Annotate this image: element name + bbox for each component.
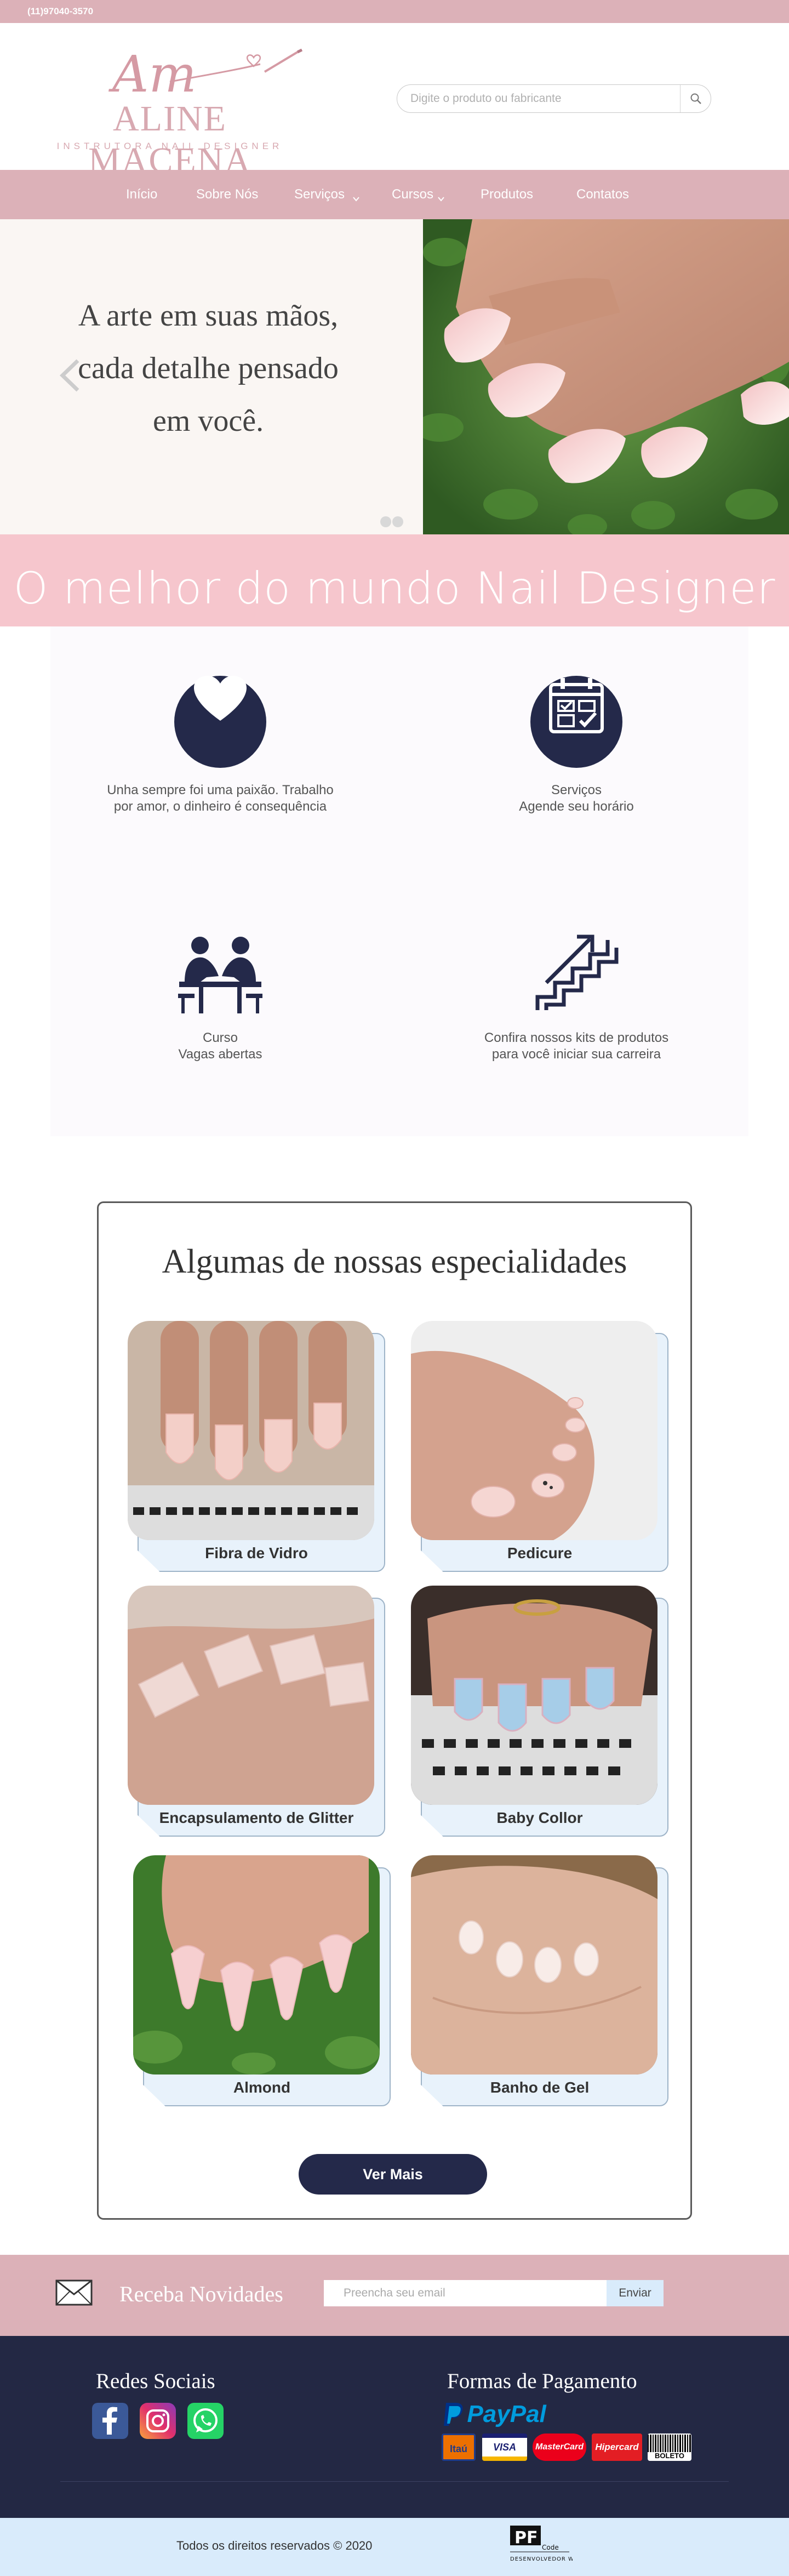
nav-item-produtos[interactable]: Produtos (481, 170, 533, 219)
boleto-card: BOLETO (648, 2433, 691, 2461)
hero-slider: A arte em suas mãos, cada detalhe pensad… (0, 219, 789, 534)
facebook-icon[interactable] (92, 2403, 128, 2439)
pedicure-image (411, 1321, 658, 1540)
mastercard-card: MasterCard (533, 2433, 586, 2461)
developer-label: DESENVOLVEDOR WEB (510, 2556, 573, 2562)
specialty-label: Encapsulamento de Glitter (159, 1809, 354, 1826)
feature-passion: Unha sempre foi uma paixão. Trabalho por… (94, 676, 346, 815)
specialty-label: Almond (233, 2079, 291, 2096)
header: Am ALINE MACENA INSTRUTORA NAIL DESIGNER (0, 23, 789, 180)
feature-services[interactable]: Serviços Agende seu horário (450, 676, 702, 815)
growth-stairs-icon (530, 928, 623, 1016)
calendar-check-icon (530, 676, 622, 768)
specialty-card[interactable]: Encapsulamento de Glitter (128, 1586, 385, 1837)
logo[interactable]: Am ALINE MACENA INSTRUTORA NAIL DESIGNER (27, 48, 312, 180)
specialties-section: Algumas de nossas especialidades Fibra d… (97, 1201, 692, 2220)
nav-item-contatos[interactable]: Contatos (576, 170, 629, 219)
paypal-icon (443, 2402, 465, 2427)
slider-dot[interactable] (380, 516, 391, 527)
search-button[interactable] (680, 85, 711, 112)
specialty-card[interactable]: Banho de Gel (411, 1855, 668, 2106)
features-section: Unha sempre foi uma paixão. Trabalho por… (50, 626, 748, 1136)
email-field[interactable] (324, 2280, 607, 2306)
nav-item-inicio[interactable]: Início (126, 170, 157, 219)
phone-number[interactable]: (11)97040-3570 (27, 6, 93, 17)
footer-divider (60, 2481, 729, 2482)
newsletter-label: Receba Novidades (119, 2282, 283, 2306)
paypal-logo: PayPal (443, 2401, 546, 2428)
instagram-icon[interactable] (140, 2403, 176, 2439)
footer: Redes Sociais Formas de Pagamento PayPal… (0, 2336, 789, 2518)
nav-item-servicos[interactable]: Serviços (294, 170, 345, 219)
top-bar: (11)97040-3570 (0, 0, 789, 23)
chevron-down-icon[interactable] (352, 195, 360, 203)
social-title: Redes Sociais (96, 2369, 215, 2393)
specialty-label: Baby Collor (496, 1809, 583, 1826)
ver-mais-button[interactable]: Ver Mais (299, 2154, 487, 2195)
specialty-card[interactable]: Fibra de Vidro (128, 1321, 385, 1572)
chevron-down-icon[interactable] (437, 195, 445, 203)
send-button[interactable]: Enviar (607, 2280, 664, 2306)
course-people-icon (174, 933, 267, 1016)
nav-item-cursos[interactable]: Cursos (392, 170, 433, 219)
copyright-text: Todos os direitos reservados © 2020 (176, 2539, 373, 2552)
main-nav: Início Sobre Nós Serviços Cursos Produto… (0, 170, 789, 219)
fibra-de-vidro-image (128, 1321, 374, 1540)
hipercard-card: Hipercard (592, 2433, 642, 2461)
svg-text:Am: Am (108, 48, 197, 102)
slider-dots (380, 516, 404, 530)
specialty-label: Fibra de Vidro (205, 1545, 308, 1561)
mail-icon (55, 2279, 93, 2306)
slogan-banner: O melhor do mundo Nail Designer (0, 534, 789, 626)
search-input[interactable] (410, 85, 673, 112)
specialties-title: Algumas de nossas especialidades (162, 1243, 627, 1280)
slogan-text: O melhor do mundo Nail Designer (13, 563, 776, 614)
specialty-card[interactable]: Almond (133, 1855, 391, 2106)
copyright-bar: Todos os direitos reservados © 2020 (0, 2518, 789, 2576)
newsletter-bar: Receba Novidades Enviar (0, 2255, 789, 2336)
logo-tagline: INSTRUTORA NAIL DESIGNER (56, 141, 283, 151)
logo-monogram: Am (108, 48, 303, 102)
specialty-label: Pedicure (507, 1545, 573, 1561)
specialty-card[interactable]: Pedicure (411, 1321, 668, 1572)
banho-de-gel-image (411, 1855, 658, 2075)
slider-prev-arrow-icon[interactable] (53, 356, 91, 395)
feature-course[interactable]: Curso Vagas abertas (94, 933, 346, 1063)
slider-dot[interactable] (392, 516, 403, 527)
specialty-card[interactable]: Baby Collor (411, 1586, 668, 1837)
specialty-label: Banho de Gel (490, 2079, 590, 2096)
itau-card: Itaú (442, 2433, 476, 2461)
search-icon (690, 93, 701, 104)
nav-item-sobre-nos[interactable]: Sobre Nós (196, 170, 258, 219)
baby-collor-image (411, 1586, 658, 1805)
paypal-wordmark: PayPal (467, 2401, 546, 2427)
search-box (397, 84, 711, 113)
heart-icon (174, 676, 266, 768)
developer-logo[interactable]: PF Code DESENVOLVEDOR WEB (507, 2518, 582, 2576)
hero-nails-image (423, 219, 789, 534)
whatsapp-icon[interactable] (187, 2403, 224, 2439)
feature-kits[interactable]: Confira nossos kits de produtos para voc… (450, 928, 702, 1063)
logo-brand: ALINE MACENA (88, 99, 251, 180)
visa-card: VISA (482, 2433, 527, 2461)
almond-image (133, 1855, 380, 2075)
developer-logo-sub: Code (542, 2544, 559, 2551)
developer-logo-mark: PF (514, 2528, 538, 2547)
payment-title: Formas de Pagamento (447, 2369, 637, 2393)
encapsulamento-de-glitter-image (128, 1586, 374, 1805)
